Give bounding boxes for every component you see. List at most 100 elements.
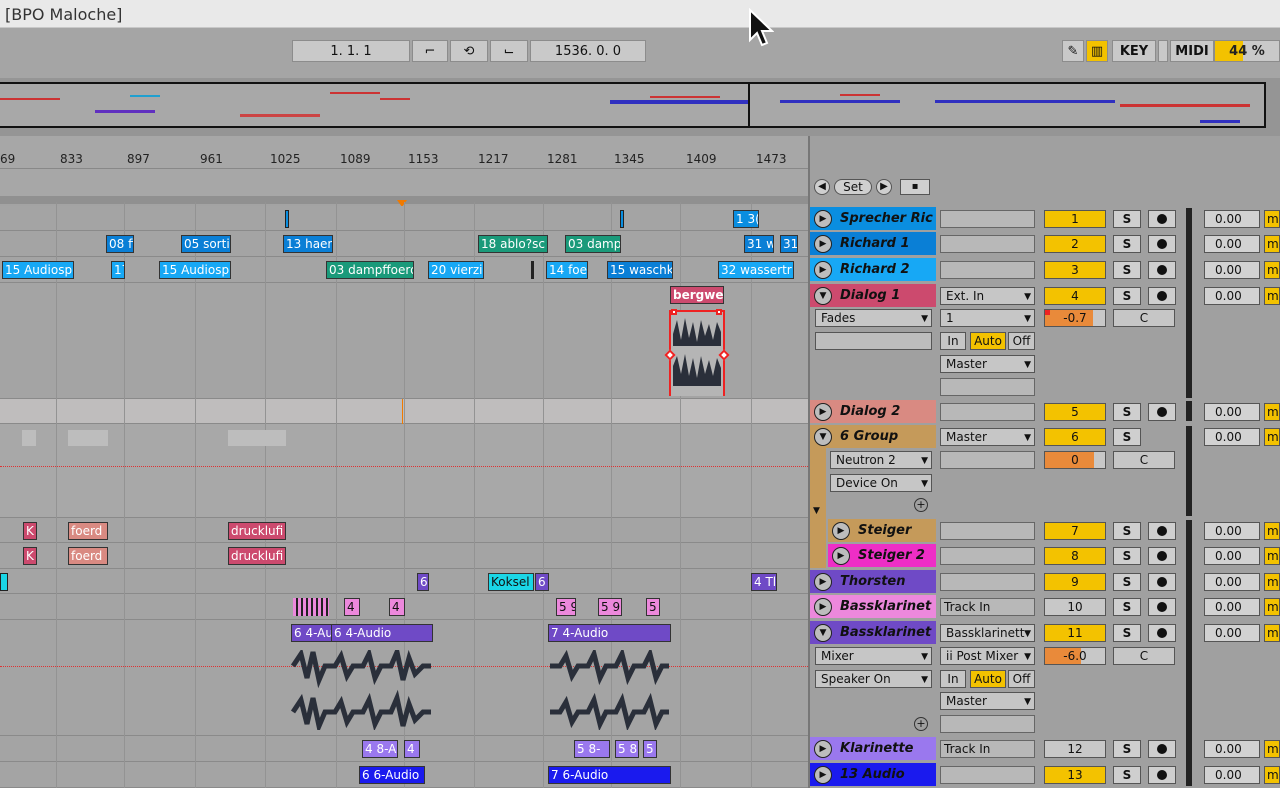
group-fold-icon[interactable]: ▼ (813, 506, 820, 516)
clip[interactable]: 31 (780, 235, 798, 253)
clip[interactable]: Koksel (488, 573, 534, 591)
arm-button[interactable] (1148, 261, 1176, 279)
clip[interactable]: 5 9 (556, 598, 576, 616)
pan-field[interactable]: C (1113, 309, 1175, 327)
arm-button[interactable] (1148, 598, 1176, 616)
input-field[interactable] (940, 522, 1035, 540)
play-icon[interactable]: ▶ (814, 235, 832, 253)
solo-button[interactable]: S (1113, 740, 1141, 758)
solo-button[interactable]: S (1113, 235, 1141, 253)
mute-button[interactable]: m (1264, 573, 1280, 591)
pan-field[interactable]: C (1113, 647, 1175, 665)
clip[interactable]: 14 foe (546, 261, 588, 279)
volume-field[interactable]: 0.00 (1204, 766, 1260, 784)
arm-button[interactable] (1148, 573, 1176, 591)
key-map-button[interactable]: KEY (1112, 40, 1156, 62)
solo-button[interactable]: S (1113, 261, 1141, 279)
track-activator[interactable]: 12 (1044, 740, 1106, 758)
output-channel-field[interactable] (940, 451, 1035, 469)
keyboard-button[interactable]: ▥ (1086, 40, 1108, 62)
solo-button[interactable]: S (1113, 210, 1141, 228)
output-select[interactable]: Master (940, 692, 1035, 710)
clip[interactable]: 6 6-Audio (359, 766, 425, 784)
fold-icon[interactable]: ▼ (814, 287, 832, 305)
monitor-off-button[interactable]: Off (1008, 332, 1035, 350)
output-select[interactable]: Master (940, 355, 1035, 373)
track-activator[interactable]: 10 (1044, 598, 1106, 616)
arm-button[interactable] (1148, 210, 1176, 228)
input-channel-select[interactable]: ii Post Mixer (940, 647, 1035, 665)
pan-field[interactable]: C (1113, 451, 1175, 469)
solo-button[interactable]: S (1113, 598, 1141, 616)
play-icon[interactable]: ▶ (832, 522, 850, 540)
volume-field[interactable]: 0.00 (1204, 403, 1260, 421)
volume-field[interactable]: 0.00 (1204, 624, 1260, 642)
arm-button[interactable] (1148, 624, 1176, 642)
clip[interactable]: K (23, 522, 37, 540)
clip[interactable]: 5 9 (598, 598, 622, 616)
play-icon[interactable]: ▶ (832, 547, 850, 565)
volume-field[interactable]: 0.00 (1204, 261, 1260, 279)
monitor-in-button[interactable]: In (940, 670, 966, 688)
track-activator[interactable]: 7 (1044, 522, 1106, 540)
monitor-off-button[interactable]: Off (1008, 670, 1035, 688)
mute-button[interactable]: m (1264, 522, 1280, 540)
pan-value-field[interactable]: 0 (1044, 451, 1106, 469)
solo-button[interactable]: S (1113, 403, 1141, 421)
arrangement-position[interactable]: 1. 1. 1 (292, 40, 410, 62)
arm-button[interactable] (1148, 235, 1176, 253)
clip[interactable]: 5 8 (615, 740, 639, 758)
clip[interactable]: 31 w (744, 235, 774, 253)
clip[interactable]: 15 Audiosp (159, 261, 231, 279)
clip[interactable]: drucklufi (228, 522, 286, 540)
clip[interactable]: 6 4-Au (291, 624, 333, 642)
volume-field[interactable]: 0.00 (1204, 547, 1260, 565)
clip[interactable]: 7 6-Audio (548, 766, 671, 784)
mute-button[interactable]: m (1264, 403, 1280, 421)
output-select[interactable]: Master (940, 428, 1035, 446)
play-icon[interactable]: ▶ (814, 598, 832, 616)
mute-button[interactable]: m (1264, 598, 1280, 616)
solo-button[interactable]: S (1113, 766, 1141, 784)
volume-field[interactable]: 0.00 (1204, 573, 1260, 591)
track-activator[interactable]: 4 (1044, 287, 1106, 305)
arm-button[interactable] (1148, 740, 1176, 758)
punch-in-button[interactable]: ⌐ (412, 40, 448, 62)
clip[interactable]: bergwer (670, 286, 724, 304)
clip[interactable]: 4 (344, 598, 360, 616)
clip[interactable]: 1 3( (733, 210, 759, 228)
play-icon[interactable]: ▶ (814, 740, 832, 758)
clip[interactable]: 6 4-Audio (331, 624, 433, 642)
lock-icon[interactable]: ▪ (900, 179, 930, 195)
clip[interactable] (285, 210, 289, 228)
device-state-select[interactable]: Speaker On (815, 670, 932, 688)
mute-button[interactable]: m (1264, 210, 1280, 228)
output-channel-field[interactable] (940, 715, 1035, 733)
input-field[interactable] (940, 403, 1035, 421)
clip[interactable]: 6 (417, 573, 429, 591)
play-icon[interactable]: ▶ (814, 573, 832, 591)
play-icon[interactable]: ▶ (814, 261, 832, 279)
fold-icon[interactable]: ▼ (814, 428, 832, 446)
input-field[interactable]: Track In (940, 598, 1035, 616)
solo-button[interactable]: S (1113, 522, 1141, 540)
loop-length[interactable]: 1536. 0. 0 (530, 40, 646, 62)
input-field[interactable] (940, 210, 1035, 228)
clip[interactable]: 32 wassertr (718, 261, 794, 279)
input-channel-select[interactable]: 1 (940, 309, 1035, 327)
clip[interactable]: foerd (68, 522, 108, 540)
add-device-icon[interactable]: + (914, 498, 928, 512)
track-activator[interactable]: 9 (1044, 573, 1106, 591)
clip[interactable]: foerd (68, 547, 108, 565)
loop-button[interactable]: ⟲ (450, 40, 488, 62)
volume-field[interactable]: 0.00 (1204, 522, 1260, 540)
clip[interactable]: 05 sorti (181, 235, 231, 253)
monitor-auto-button[interactable]: Auto (970, 670, 1006, 688)
input-field[interactable] (940, 573, 1035, 591)
overview-visible-range[interactable] (0, 82, 1266, 128)
mute-button[interactable]: m (1264, 261, 1280, 279)
input-field[interactable] (940, 547, 1035, 565)
clip[interactable]: 4 (404, 740, 420, 758)
volume-field[interactable]: 0.00 (1204, 210, 1260, 228)
track-activator[interactable]: 3 (1044, 261, 1106, 279)
